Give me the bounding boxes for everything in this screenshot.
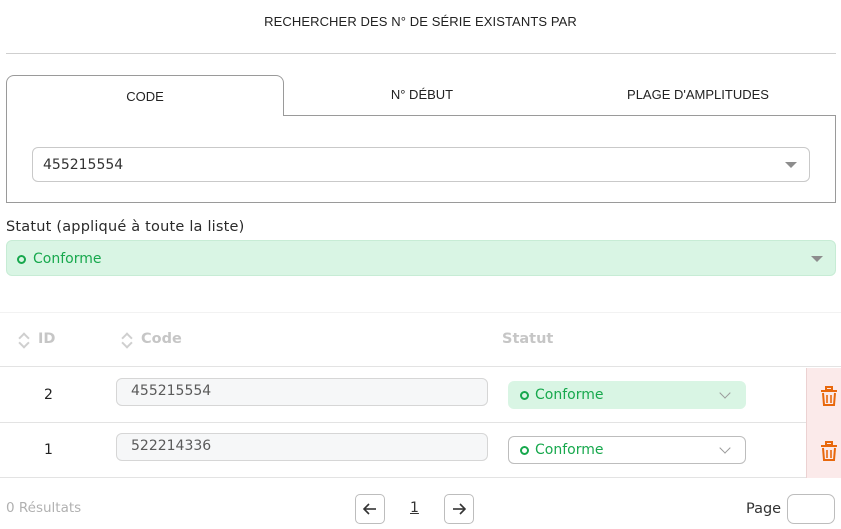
row-id: 2: [44, 387, 53, 403]
status-dot-icon: [520, 446, 529, 455]
caret-down-icon: [811, 256, 823, 262]
status-dot-icon: [17, 255, 26, 264]
column-header-code[interactable]: Code: [141, 331, 182, 347]
delete-row-button[interactable]: [806, 423, 841, 478]
row-code-field[interactable]: 455215554: [116, 378, 488, 406]
results-count: 0 Résultats: [6, 500, 82, 516]
row-status-value: Conforme: [535, 387, 604, 403]
next-page-button[interactable]: [444, 494, 474, 524]
tab-n-debut[interactable]: N° DÉBUT: [284, 75, 560, 116]
sort-icon[interactable]: [121, 332, 131, 348]
tab-code[interactable]: CODE: [6, 75, 284, 116]
row-status-select[interactable]: Conforme: [508, 436, 746, 464]
row-status-value: Conforme: [535, 442, 604, 458]
row-status-select[interactable]: Conforme: [508, 381, 746, 409]
page-number-link[interactable]: 1: [410, 500, 419, 516]
row-code-value: 522214336: [131, 438, 212, 454]
title-divider: [6, 53, 836, 54]
status-select[interactable]: Conforme: [6, 240, 836, 276]
table-header: ID Code Statut: [0, 312, 841, 367]
tab-plage-amplitudes[interactable]: PLAGE D'AMPLITUDES: [560, 75, 836, 116]
column-header-id[interactable]: ID: [38, 331, 55, 347]
row-id: 1: [44, 442, 53, 458]
table-row: 2 455215554 Conforme: [0, 368, 841, 423]
trash-icon: [821, 386, 837, 406]
delete-row-button[interactable]: [806, 368, 841, 423]
chevron-down-icon: [719, 442, 731, 454]
status-dot-icon: [520, 391, 529, 400]
prev-page-button[interactable]: [355, 494, 385, 524]
status-label: Statut (appliqué à toute la liste): [6, 219, 245, 235]
trash-icon: [821, 441, 837, 461]
code-select[interactable]: 455215554: [32, 147, 810, 182]
page-input[interactable]: [787, 494, 835, 524]
chevron-down-icon: [719, 387, 731, 399]
sort-icon[interactable]: [18, 332, 28, 348]
code-select-value: 455215554: [43, 157, 124, 173]
page-title: RECHERCHER DES N° DE SÉRIE EXISTANTS PAR: [264, 14, 577, 29]
row-code-value: 455215554: [131, 383, 212, 399]
arrow-right-icon: [453, 503, 466, 515]
arrow-left-icon: [363, 503, 376, 515]
table-row: 1 522214336 Conforme: [0, 423, 841, 478]
column-header-status: Statut: [502, 331, 554, 347]
page-label: Page: [746, 501, 782, 517]
status-select-value: Conforme: [33, 251, 102, 267]
row-code-field[interactable]: 522214336: [116, 433, 488, 461]
caret-down-icon: [785, 162, 797, 168]
